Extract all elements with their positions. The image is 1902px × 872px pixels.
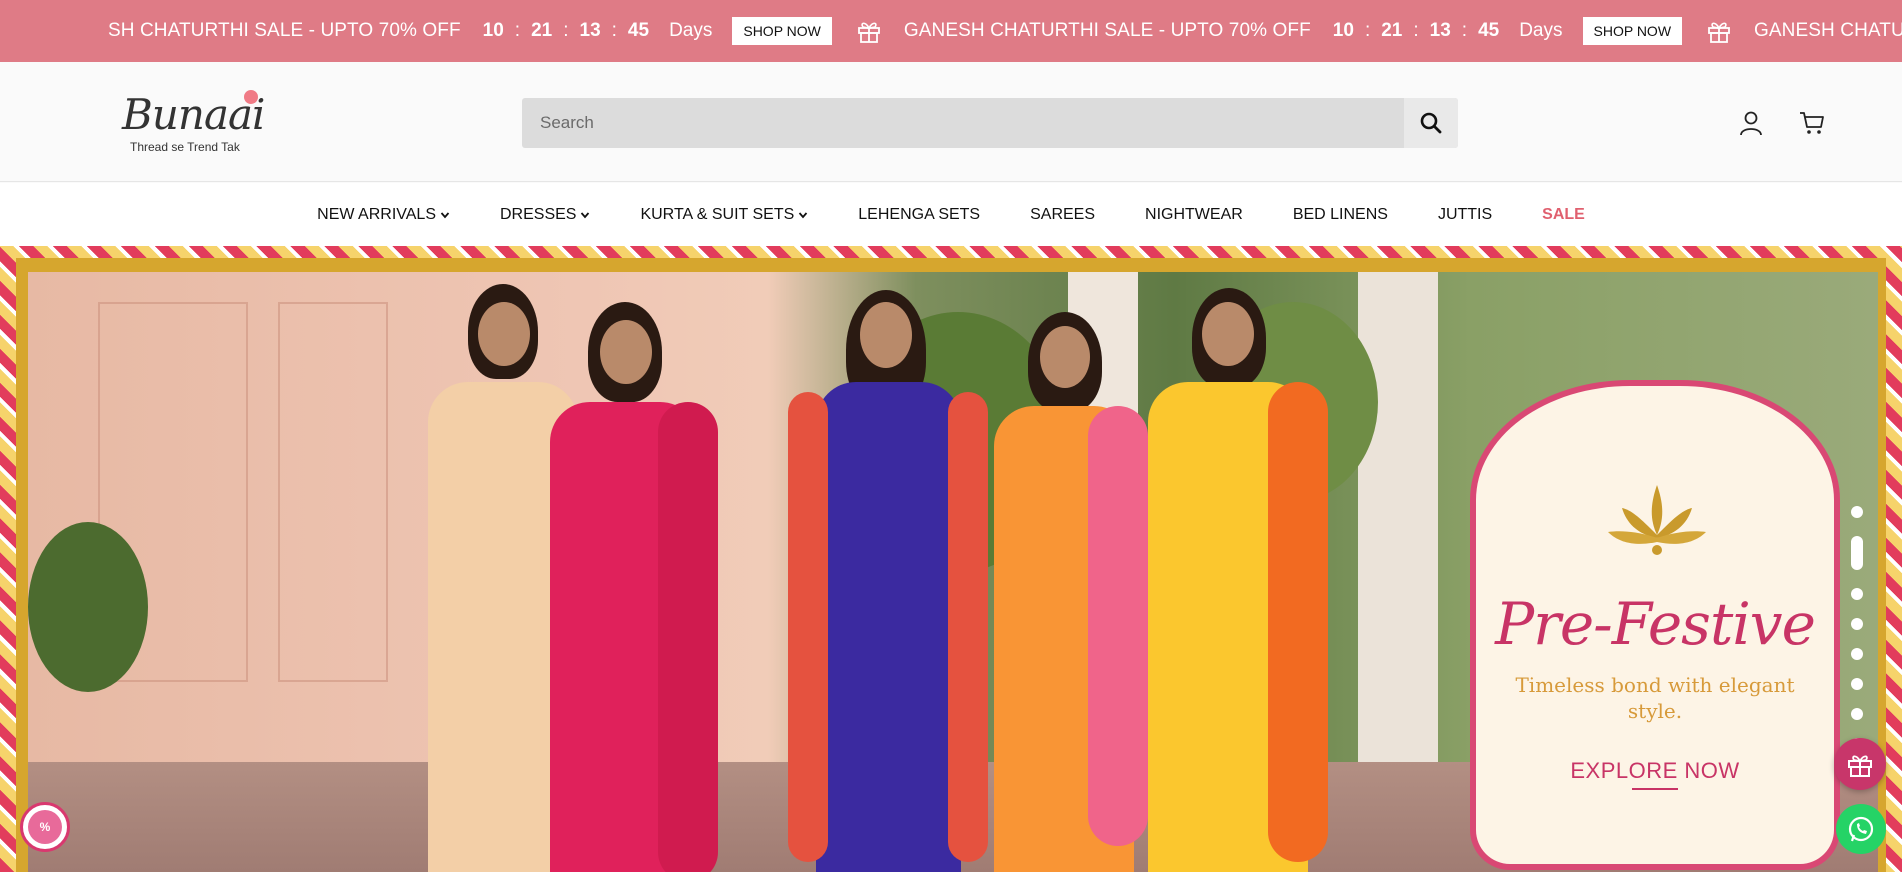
model-figure bbox=[528, 282, 728, 872]
nav-item-label: DRESSES bbox=[499, 205, 577, 223]
nav-item-label: JUTTIS bbox=[1437, 205, 1493, 223]
chevron-down-icon bbox=[576, 210, 590, 220]
nav-item-juttis[interactable]: JUTTIS bbox=[1438, 206, 1492, 224]
model-figure bbox=[1118, 282, 1328, 872]
promo-card: Pre-Festive Timeless bond with elegant s… bbox=[1470, 380, 1840, 870]
timer-separator: : bbox=[611, 20, 617, 41]
search-button[interactable] bbox=[1404, 98, 1458, 148]
gift-icon bbox=[1848, 755, 1872, 777]
countdown-timer: 10:21:13:45 bbox=[1333, 20, 1499, 42]
announcement-bar: SH CHATURTHI SALE - UPTO 70% OFF 10:21:13… bbox=[0, 0, 1902, 62]
timer-separator: : bbox=[1413, 20, 1419, 41]
site-header: Bunaai Thread se Trend Tak bbox=[0, 62, 1902, 182]
timer-separator: : bbox=[514, 20, 521, 41]
wall-panel bbox=[278, 302, 388, 682]
announcement-track: SH CHATURTHI SALE - UPTO 70% OFF 10:21:13… bbox=[108, 0, 1902, 62]
nav-item-dresses[interactable]: DRESSES bbox=[500, 206, 590, 224]
slider-dot[interactable] bbox=[1851, 618, 1863, 630]
model-figure bbox=[788, 282, 988, 872]
cart-icon bbox=[1800, 112, 1824, 134]
slider-dot[interactable] bbox=[1851, 678, 1863, 690]
timer-value: 10 bbox=[1332, 20, 1354, 41]
days-label: Days bbox=[669, 20, 713, 41]
timer-value: 10 bbox=[482, 20, 504, 41]
timer-separator: : bbox=[563, 20, 569, 41]
slider-dot[interactable] bbox=[1851, 506, 1863, 518]
slider-dot[interactable] bbox=[1851, 588, 1863, 600]
nav-item-bed-linens[interactable]: BED LINENS bbox=[1293, 206, 1388, 224]
gift-button[interactable] bbox=[1834, 738, 1886, 790]
shop-now-button[interactable]: SHOP NOW bbox=[1582, 17, 1683, 45]
slider-dots bbox=[1850, 506, 1864, 768]
nav-item-sale[interactable]: SALE bbox=[1542, 206, 1585, 224]
countdown-timer: 10:21:13:45 bbox=[483, 20, 649, 42]
cart-button[interactable] bbox=[1797, 108, 1827, 138]
nav-item-nightwear[interactable]: NIGHTWEAR bbox=[1145, 206, 1243, 224]
account-button[interactable] bbox=[1736, 108, 1766, 138]
nav-item-new-arrivals[interactable]: NEW ARRIVALS bbox=[317, 206, 450, 224]
nav-item-lehenga-sets[interactable]: LEHENGA SETS bbox=[858, 206, 980, 224]
main-navigation: NEW ARRIVALS DRESSES KURTA & SUIT SETS LEHE… bbox=[0, 183, 1902, 246]
timer-separator: : bbox=[1364, 20, 1371, 41]
slider-dot[interactable] bbox=[1851, 708, 1863, 720]
gift-icon bbox=[1706, 18, 1732, 44]
gift-icon bbox=[856, 18, 882, 44]
timer-value: 21 bbox=[1381, 20, 1403, 41]
slider-dot[interactable] bbox=[1851, 648, 1863, 660]
shop-now-button[interactable]: SHOP NOW bbox=[732, 17, 832, 45]
announcement-text: GANESH CHATURTHI S bbox=[1754, 20, 1902, 41]
discount-tag-icon: % bbox=[28, 810, 62, 844]
logo-tagline: Thread se Trend Tak bbox=[130, 140, 240, 154]
chevron-down-icon bbox=[436, 210, 450, 220]
nav-item-label: LEHENGA SETS bbox=[858, 205, 981, 223]
nav-item-label: BED LINENS bbox=[1292, 205, 1388, 223]
nav-item-sarees[interactable]: SAREES bbox=[1030, 206, 1095, 224]
nav-item-label: NIGHTWEAR bbox=[1145, 205, 1243, 223]
cta-underline bbox=[1632, 788, 1678, 790]
whatsapp-button[interactable] bbox=[1836, 804, 1886, 854]
timer-separator: : bbox=[1461, 20, 1468, 41]
timer-value: 13 bbox=[579, 20, 601, 41]
nav-item-label: KURTA & SUIT SETS bbox=[640, 205, 795, 223]
announcement-text: GANESH CHATURTHI SALE - UPTO 70% OFF bbox=[903, 20, 1311, 41]
days-label: Days bbox=[1519, 20, 1563, 41]
timer-value: 13 bbox=[1429, 20, 1451, 41]
announcement-text: SH CHATURTHI SALE - UPTO 70% OFF bbox=[108, 20, 461, 41]
nav-item-label: SAREES bbox=[1030, 205, 1096, 223]
discount-button[interactable]: % bbox=[20, 802, 70, 852]
logo-yarn-dot bbox=[244, 90, 258, 104]
promo-title: Pre-Festive bbox=[1495, 590, 1816, 658]
timer-value: 45 bbox=[1478, 20, 1500, 41]
nav-item-label: NEW ARRIVALS bbox=[317, 205, 436, 223]
lotus-motif-icon bbox=[1608, 485, 1706, 555]
timer-value: 45 bbox=[627, 20, 650, 41]
chevron-down-icon bbox=[794, 210, 808, 220]
announcement-item: SH CHATURTHI SALE - UPTO 70% OFF 10:21:13… bbox=[108, 17, 832, 45]
announcement-item: GANESH CHATURTHI SALE - UPTO 70% OFF 10:2… bbox=[832, 17, 1683, 45]
whatsapp-icon bbox=[1848, 816, 1874, 842]
hero-banner[interactable]: Pre-Festive Timeless bond with elegant s… bbox=[0, 246, 1902, 872]
pillar bbox=[1358, 272, 1438, 792]
promo-subtitle: Timeless bond with elegant style. bbox=[1515, 673, 1795, 723]
nav-item-label: SALE bbox=[1542, 205, 1585, 223]
search-input[interactable] bbox=[522, 98, 1404, 148]
user-icon bbox=[1740, 111, 1762, 136]
slider-dot[interactable] bbox=[1851, 536, 1863, 570]
explore-now-link[interactable]: EXPLORE NOW bbox=[1470, 758, 1840, 784]
search-bar bbox=[522, 98, 1458, 148]
nav-item-kurta-suit-sets[interactable]: KURTA & SUIT SETS bbox=[640, 206, 808, 224]
logo[interactable]: Bunaai Thread se Trend Tak bbox=[120, 86, 270, 158]
timer-value: 21 bbox=[531, 20, 553, 41]
plant bbox=[28, 522, 148, 692]
search-icon bbox=[1420, 112, 1442, 134]
announcement-item: GANESH CHATURTHI S bbox=[1682, 18, 1902, 44]
